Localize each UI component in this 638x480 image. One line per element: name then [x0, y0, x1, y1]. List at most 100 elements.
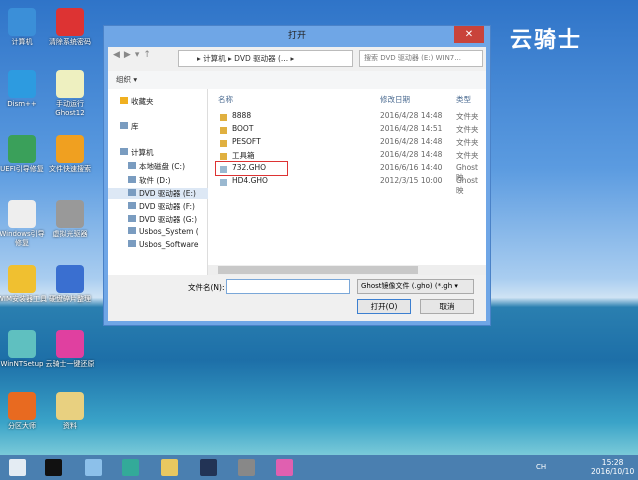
desktop-icon-label: 云骑士一键还原: [45, 360, 95, 368]
nav-item[interactable]: 收藏夹: [120, 96, 154, 107]
clock[interactable]: 15:28 2016/10/10: [591, 458, 634, 476]
desktop-icon[interactable]: 计算机: [0, 8, 48, 47]
folder-icon: [220, 140, 227, 147]
app-icon: [56, 200, 84, 228]
desktop-icon-label: 清除系统密码: [49, 38, 91, 46]
desktop-icon[interactable]: WIM安装器工具: [0, 265, 48, 304]
nav-buttons[interactable]: ◀▶▾↑: [113, 50, 155, 60]
drive-icon[interactable]: [238, 459, 255, 476]
highlight-box: [215, 161, 288, 176]
cmd-icon[interactable]: [45, 459, 62, 476]
nav-item[interactable]: 本地磁盘 (C:): [128, 161, 185, 172]
column-date[interactable]: 修改日期: [380, 94, 410, 105]
organize-menu[interactable]: 组织 ▾: [108, 71, 486, 89]
nav-icon: [128, 176, 136, 183]
desktop-icon[interactable]: 资料: [44, 392, 96, 431]
nav-item[interactable]: Usbos_System (: [128, 227, 199, 236]
desktop-icon[interactable]: 文件快速搜索: [44, 135, 96, 174]
file-type: Ghost 映: [456, 176, 479, 195]
app-icon: [56, 392, 84, 420]
filename-label: 文件名(N):: [188, 283, 225, 292]
file-name: 工具箱: [232, 151, 255, 160]
file-type: 文件夹: [456, 112, 479, 121]
nav-icon: [128, 189, 136, 196]
nav-label: 软件 (D:): [139, 176, 171, 185]
file-type-select[interactable]: Ghost镜像文件 (.gho) (*.gh ▾: [357, 279, 474, 294]
tablet-icon[interactable]: [85, 459, 102, 476]
desktop-icon[interactable]: Dism++: [0, 70, 48, 109]
nav-item[interactable]: DVD 驱动器 (E:): [108, 188, 208, 199]
desktop-icon[interactable]: 虚拟光驱器: [44, 200, 96, 239]
address-bar[interactable]: ▸ 计算机 ▸ DVD 驱动器 (... ▸: [178, 50, 353, 67]
dialog-title: 打开 ✕: [104, 26, 490, 46]
file-name: 8888: [232, 111, 252, 120]
file-name: BOOT: [232, 124, 254, 133]
search-input[interactable]: 搜索 DVD 驱动器 (E:) WIN7...: [359, 50, 483, 67]
desktop-icon-label: WinNTSetup: [0, 360, 44, 368]
desktop-icon[interactable]: 硬盘碎片整理: [44, 265, 96, 304]
app-icon: [8, 135, 36, 163]
nav-item[interactable]: DVD 驱动器 (G:): [128, 214, 197, 225]
file-row[interactable]: 8888 2016/4/28 14:48 文件夹: [208, 111, 486, 124]
cancel-button[interactable]: 取消: [420, 299, 474, 314]
nav-item[interactable]: 库: [120, 121, 139, 132]
nav-label: Usbos_System (: [139, 227, 199, 236]
filename-input[interactable]: [226, 279, 350, 294]
registry-icon[interactable]: [122, 459, 139, 476]
desktop-icon-label: 手动运行Ghost12: [55, 100, 85, 117]
desktop-icon-label: 计算机: [11, 38, 33, 46]
desktop-icon[interactable]: Windows引导修复: [0, 200, 48, 248]
open-dialog: 打开 ✕ ◀▶▾↑ ▸ 计算机 ▸ DVD 驱动器 (... ▸ 搜索 DVD …: [103, 25, 491, 326]
close-button[interactable]: ✕: [454, 26, 484, 43]
nav-item[interactable]: Usbos_Software: [128, 240, 198, 249]
time: 15:28: [601, 458, 624, 467]
lang-indicator[interactable]: CH: [536, 463, 546, 471]
file-row[interactable]: PESOFT 2016/4/28 14:48 文件夹: [208, 137, 486, 150]
nav-label: 本地磁盘 (C:): [139, 162, 185, 171]
app-icon: [56, 330, 84, 358]
nav-item[interactable]: DVD 驱动器 (F:): [128, 201, 195, 212]
file-date: 2012/3/15 10:00: [380, 176, 443, 185]
column-type[interactable]: 类型: [456, 94, 471, 105]
file-date: 2016/4/28 14:48: [380, 150, 443, 159]
app-icon: [8, 265, 36, 293]
desktop-icon[interactable]: WinNTSetup: [0, 330, 48, 369]
desktop-icon[interactable]: 手动运行Ghost12: [44, 70, 96, 118]
nav-item[interactable]: 软件 (D:): [128, 175, 171, 186]
nav-label: DVD 驱动器 (F:): [139, 202, 195, 211]
file-date: 2016/4/28 14:48: [380, 111, 443, 120]
app-icon: [56, 8, 84, 36]
desktop-icon-label: Dism++: [7, 100, 37, 108]
file-name: PESOFT: [232, 137, 261, 146]
file-list: 名称 修改日期 类型 8888 2016/4/28 14:48 文件夹 BOOT…: [208, 89, 486, 275]
nav-icon: [128, 240, 136, 247]
nav-label: DVD 驱动器 (E:): [139, 189, 196, 198]
open-button[interactable]: 打开(O): [357, 299, 411, 314]
file-row[interactable]: 732.GHO 2016/6/16 14:40 Ghost 映: [208, 161, 486, 182]
file-row[interactable]: HD4.GHO 2012/3/15 10:00 Ghost 映: [208, 176, 486, 195]
desktop-icon-label: Windows引导修复: [0, 230, 45, 247]
nav-label: 收藏夹: [131, 97, 154, 106]
monitor-icon[interactable]: [200, 459, 217, 476]
desktop-icon[interactable]: 分区大师: [0, 392, 48, 431]
desktop-icon[interactable]: 清除系统密码: [44, 8, 96, 47]
file-row[interactable]: BOOT 2016/4/28 14:51 文件夹: [208, 124, 486, 137]
yunqishi-icon[interactable]: [276, 459, 293, 476]
nav-item[interactable]: 计算机: [120, 147, 154, 158]
app-icon: [56, 265, 84, 293]
file-type: 文件夹: [456, 151, 479, 160]
brand-logo: 云骑士: [510, 28, 583, 53]
start-icon[interactable]: [9, 459, 26, 476]
taskbar: CH 15:28 2016/10/10: [0, 455, 638, 480]
nav-label: 库: [131, 122, 139, 131]
nav-icon: [128, 162, 136, 169]
desktop-icon[interactable]: UEFI引导修复: [0, 135, 48, 174]
horizontal-scrollbar[interactable]: [208, 265, 486, 275]
desktop-icon[interactable]: 云骑士一键还原: [44, 330, 96, 369]
column-name[interactable]: 名称: [218, 94, 233, 105]
explorer-icon[interactable]: [161, 459, 178, 476]
folder-icon: [220, 114, 227, 121]
file-type: 文件夹: [456, 138, 479, 147]
app-icon: [8, 330, 36, 358]
desktop-icon-label: WIM安装器工具: [0, 295, 48, 303]
